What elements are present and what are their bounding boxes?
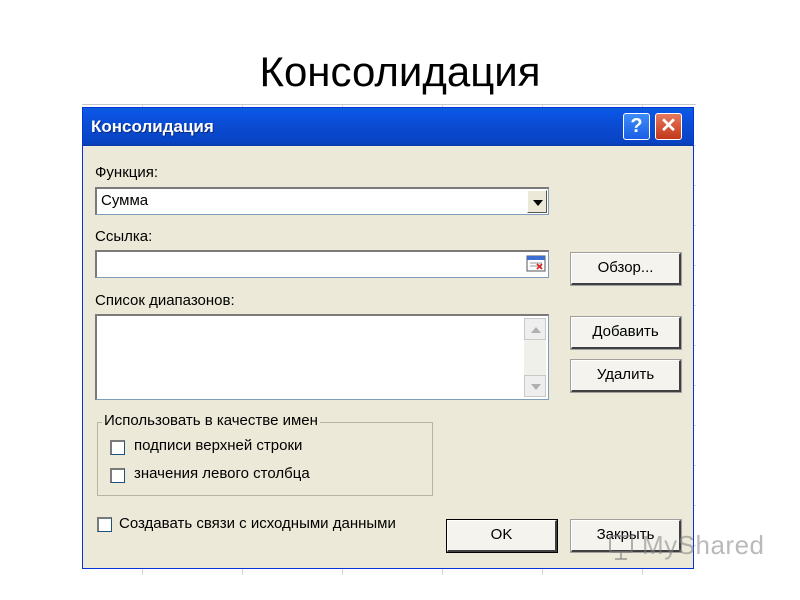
top-row-checkbox[interactable] <box>110 440 125 455</box>
help-button[interactable]: ? <box>623 113 650 140</box>
left-column-checkbox[interactable] <box>110 468 125 483</box>
function-value: Сумма <box>101 192 149 209</box>
close-icon: ✕ <box>660 115 677 137</box>
create-links-label: Создавать связи с исходными данными <box>119 515 396 532</box>
reference-input[interactable] <box>95 250 549 278</box>
ranges-scrollbar[interactable] <box>524 318 546 397</box>
slide-title: Консолидация <box>259 48 541 95</box>
watermark-logo-icon <box>609 535 633 560</box>
function-label: Функция: <box>95 164 159 181</box>
use-labels-group: Использовать в качестве имен подписи вер… <box>97 412 433 496</box>
dialog-titlebar[interactable]: Консолидация ? ✕ <box>83 108 693 146</box>
collapse-dialog-icon[interactable] <box>526 255 546 272</box>
chevron-down-icon[interactable] <box>527 190 547 213</box>
ranges-label: Список диапазонов: <box>95 292 235 309</box>
function-select[interactable]: Сумма <box>95 187 549 215</box>
create-links-checkbox[interactable] <box>97 517 112 532</box>
use-labels-legend: Использовать в качестве имен <box>102 412 320 429</box>
top-row-label: подписи верхней строки <box>134 437 303 454</box>
consolidation-dialog: Консолидация ? ✕ Функция: Сумма Ссылка: … <box>82 107 694 569</box>
delete-button[interactable]: Удалить <box>570 359 682 393</box>
close-window-button[interactable]: ✕ <box>655 113 682 140</box>
watermark-text: MyShared <box>642 530 765 560</box>
reference-label: Ссылка: <box>95 228 153 245</box>
ok-button[interactable]: OK <box>446 519 558 553</box>
browse-button[interactable]: Обзор... <box>570 252 682 286</box>
help-icon: ? <box>630 115 643 137</box>
scroll-down-icon[interactable] <box>524 375 546 397</box>
scroll-up-icon[interactable] <box>524 318 546 340</box>
dialog-title: Консолидация <box>91 117 214 136</box>
ranges-list[interactable] <box>95 314 549 400</box>
left-column-label: значения левого столбца <box>134 465 310 482</box>
add-button[interactable]: Добавить <box>570 316 682 350</box>
